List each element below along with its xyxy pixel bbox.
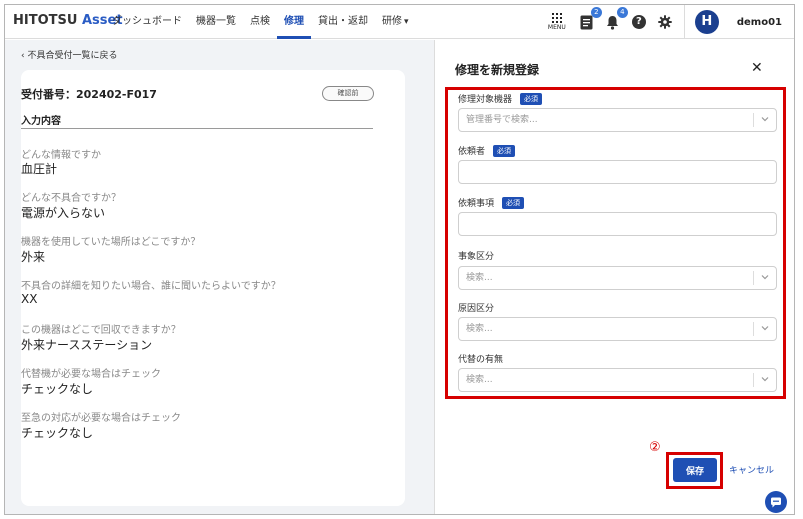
chat-icon [771,497,781,507]
incident-category-select[interactable]: 検索... [458,266,777,290]
notification-button[interactable]: 4 [604,7,628,31]
document-badge: 2 [590,7,602,18]
answer-value: 外来ナースステーション [21,338,153,352]
incident-category-label: 事象区分 [458,249,494,262]
select-separator [753,271,754,285]
select-separator [753,322,754,336]
question-label: この機器はどこで回収できますか？ [21,325,181,336]
cancel-button[interactable]: キャンセル [729,463,774,476]
logo-text: HITOTSU [13,13,78,28]
cause-category-placeholder: 検索... [466,324,493,334]
select-separator [753,113,754,127]
document-icon [580,15,593,29]
back-link-label: 不具合受付一覧に戻る [27,51,118,61]
nav-training[interactable]: 研修 ▾ [375,5,416,39]
substitute-placeholder: 検索... [466,375,493,385]
app-window: HITOTSU Asset ダッシュボード 機器一覧 点検 修理 貸出・返却 研… [4,4,795,515]
avatar: H [694,10,719,34]
nav-training-label: 研修 [382,16,402,27]
form-highlight-box: 修理対象機器 必須 管理番号で検索... 依頼者 必須 依頼事項 必須 事象区分… [445,87,786,399]
chevron-down-icon [761,326,769,331]
requester-label-text: 依頼者 [458,147,486,157]
answer-value: 外来 [21,250,46,264]
request-label: 依頼事項 必須 [458,196,525,209]
chevron-down-icon [761,117,769,122]
nav-device-list[interactable]: 機器一覧 [189,5,243,39]
requester-label: 依頼者 必須 [458,144,516,157]
question-label: 代替機が必要な場合はチェック [21,369,161,380]
nav-inspection[interactable]: 点検 [243,5,277,39]
cause-category-select[interactable]: 検索... [458,317,777,341]
step-marker: ② [649,440,661,455]
request-label-text: 依頼事項 [458,199,495,209]
menu-button[interactable]: MENU [546,8,568,36]
cause-category-label: 原因区分 [458,301,494,314]
settings-button[interactable] [656,13,674,31]
help-button[interactable]: ? [630,13,648,31]
answer-value: 血圧計 [21,162,58,176]
menu-grid-icon [551,13,562,23]
question-label: どんな不具合ですか？ [21,193,121,204]
required-badge: 必須 [520,92,543,105]
answer-value: チェックなし [21,382,94,396]
gear-icon [658,15,672,29]
chat-button[interactable] [765,491,787,513]
close-button[interactable]: ✕ [751,60,763,76]
substitute-label: 代替の有無 [458,352,503,365]
help-icon: ? [631,15,646,29]
required-badge: 必須 [493,144,516,157]
chevron-down-icon [761,275,769,280]
device-label: 修理対象機器 必須 [458,92,543,105]
answer-value: 電源が入らない [21,206,106,220]
reception-number: 受付番号：202402-F017 [21,88,157,101]
question-label: 機器を使用していた場所はどこですか？ [21,237,201,248]
device-search-placeholder: 管理番号で検索... [466,115,538,125]
main-nav: ダッシュボード 機器一覧 点検 修理 貸出・返却 研修 ▾ [105,5,416,39]
save-button[interactable]: 保存 [673,458,717,482]
incident-category-label-text: 事象区分 [458,252,495,262]
nav-lending[interactable]: 貸出・返却 [311,5,375,39]
header-icons: MENU 2 4 ? H demo01 [546,5,794,39]
request-input[interactable] [458,212,777,236]
nav-dashboard[interactable]: ダッシュボード [105,5,189,39]
nav-repair[interactable]: 修理 [277,5,311,39]
select-separator [753,373,754,387]
user-name: demo01 [736,16,782,28]
top-header: HITOTSU Asset ダッシュボード 機器一覧 点検 修理 貸出・返却 研… [5,5,794,39]
bell-icon [607,15,619,30]
menu-label: MENU [547,24,566,31]
section-divider [21,128,373,129]
chevron-down-icon: ▾ [404,17,409,27]
substitute-label-text: 代替の有無 [458,355,504,365]
notification-badge: 4 [616,7,628,18]
close-icon: ✕ [751,60,763,76]
status-badge: 確認前 [322,86,374,101]
repair-registration-panel: 修理を新規登録 ✕ 修理対象機器 必須 管理番号で検索... 依頼者 必須 依頼… [434,40,794,514]
device-label-text: 修理対象機器 [458,95,513,105]
report-detail-area: ‹ 不具合受付一覧に戻る 受付番号：202402-F017 確認前 入力内容 ど… [5,40,434,514]
incident-category-placeholder: 検索... [466,273,493,283]
cause-category-label-text: 原因区分 [458,304,495,314]
back-link[interactable]: ‹ 不具合受付一覧に戻る [21,48,118,61]
substitute-select[interactable]: 検索... [458,368,777,392]
requester-input[interactable] [458,160,777,184]
device-search-select[interactable]: 管理番号で検索... [458,108,777,132]
chevron-down-icon [761,377,769,382]
chevron-left-icon: ‹ [21,51,25,61]
section-heading: 入力内容 [21,116,61,127]
question-label: 不具合の詳細を知りたい場合、誰に聞いたらよいですか？ [21,281,281,292]
question-label: 至急の対応が必要な場合はチェック [21,413,181,424]
panel-title: 修理を新規登録 [455,63,540,77]
document-button[interactable]: 2 [578,7,602,31]
required-badge: 必須 [502,196,525,209]
answer-value: XX [21,292,38,306]
user-menu[interactable]: H demo01 [683,5,794,39]
answer-value: チェックなし [21,426,94,440]
question-label: どんな情報ですか [21,150,101,161]
